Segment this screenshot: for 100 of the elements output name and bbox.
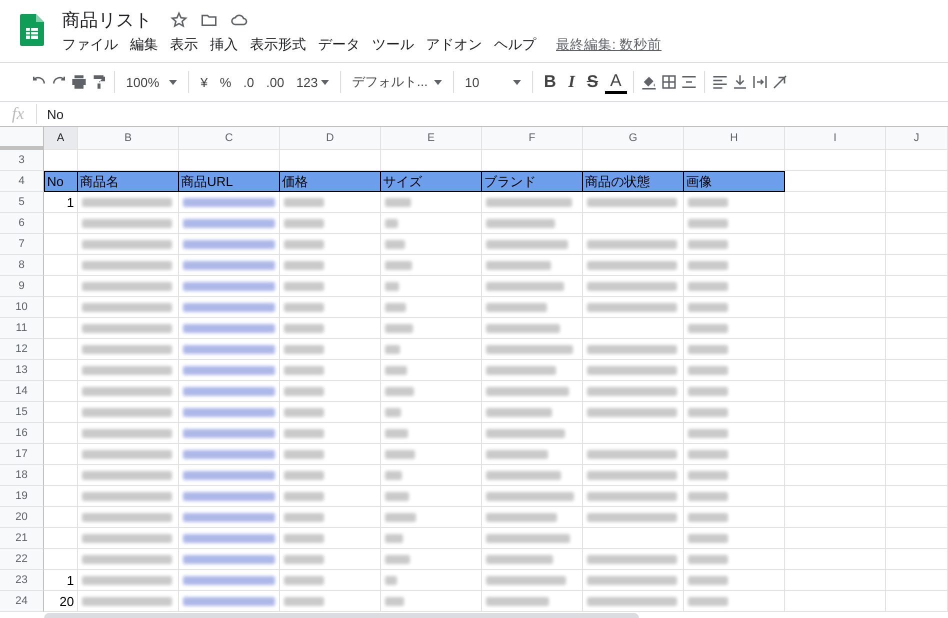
table-cell [886, 528, 948, 549]
row-header[interactable]: 20 [0, 507, 44, 528]
row-header[interactable]: 6 [0, 213, 44, 234]
table-cell [886, 150, 948, 171]
italic-button[interactable]: I [563, 69, 580, 95]
table-header-cell: サイズ [381, 171, 482, 192]
currency-button[interactable]: ¥ [195, 69, 213, 95]
menu-item[interactable]: アドオン [420, 34, 488, 56]
blurred-text [688, 513, 728, 522]
blurred-text [688, 219, 728, 228]
table-cell [886, 276, 948, 297]
row-header[interactable]: 19 [0, 486, 44, 507]
row-header[interactable]: 7 [0, 234, 44, 255]
document-title[interactable]: 商品リスト [62, 8, 152, 32]
menu-item[interactable]: ツール [366, 34, 420, 56]
menu-item[interactable]: 表示 [164, 34, 204, 56]
column-header[interactable]: I [785, 127, 886, 150]
menu-item[interactable]: データ [312, 34, 366, 56]
row-header[interactable]: 17 [0, 444, 44, 465]
blurred-text [284, 261, 324, 270]
blurred-text [486, 219, 555, 228]
column-header[interactable]: G [583, 127, 684, 150]
row-header[interactable]: 9 [0, 276, 44, 297]
strikethrough-button[interactable]: S [582, 69, 604, 95]
column-header[interactable]: H [684, 127, 785, 150]
menu-item[interactable]: ヘルプ [488, 34, 542, 56]
sheets-logo[interactable] [20, 14, 44, 46]
decrease-decimal-button[interactable]: .0 [238, 69, 260, 95]
star-icon[interactable] [170, 11, 188, 29]
increase-decimal-button[interactable]: .00 [261, 69, 290, 95]
percent-button[interactable]: % [214, 69, 236, 95]
blurred-text [284, 324, 324, 333]
formula-input[interactable]: No [37, 106, 64, 122]
menu-item[interactable]: 表示形式 [244, 34, 312, 56]
table-cell [886, 360, 948, 381]
column-header[interactable]: F [482, 127, 583, 150]
row-header[interactable]: 11 [0, 318, 44, 339]
row-header[interactable]: 10 [0, 297, 44, 318]
table-header-cell: 商品名 [78, 171, 179, 192]
row-header[interactable]: 8 [0, 255, 44, 276]
row-header[interactable]: 23 [0, 570, 44, 591]
align-left-icon[interactable] [710, 73, 728, 91]
blurred-text [486, 597, 549, 606]
blurred-text [385, 240, 405, 249]
blurred-text [688, 366, 728, 375]
column-header[interactable]: E [381, 127, 482, 150]
text-color-button[interactable]: A [605, 70, 626, 94]
blurred-text [284, 534, 324, 543]
table-cell [886, 507, 948, 528]
column-header[interactable]: A [44, 127, 78, 150]
row-header[interactable]: 13 [0, 360, 44, 381]
table-cell [886, 549, 948, 570]
row-header[interactable]: 14 [0, 381, 44, 402]
blurred-text [688, 429, 728, 438]
blurred-text [284, 387, 324, 396]
row-header[interactable]: 18 [0, 465, 44, 486]
column-header[interactable]: B [78, 127, 179, 150]
row-header[interactable]: 15 [0, 402, 44, 423]
menu-item[interactable]: 編集 [124, 34, 164, 56]
font-dropdown[interactable]: デフォルト... [346, 69, 447, 95]
table-header-cell: No [44, 171, 78, 192]
more-formats-dropdown[interactable]: 123 [291, 69, 334, 95]
last-edit-link[interactable]: 最終編集: 数秒前 [556, 36, 662, 54]
blurred-text [385, 429, 408, 438]
blurred-text [385, 513, 416, 522]
row-header[interactable]: 16 [0, 423, 44, 444]
menu-item[interactable]: 挿入 [204, 34, 244, 56]
blurred-text [486, 366, 556, 375]
text-wrap-icon[interactable] [750, 73, 768, 91]
blurred-text [688, 492, 728, 501]
zoom-dropdown[interactable]: 100% [121, 69, 182, 95]
table-cell: 20 [44, 591, 78, 612]
text-rotate-icon[interactable] [770, 73, 788, 91]
column-header[interactable]: J [886, 127, 948, 150]
blurred-text [688, 534, 728, 543]
column-header[interactable]: C [179, 127, 280, 150]
blurred-text [385, 555, 410, 564]
borders-icon[interactable] [660, 73, 678, 91]
row-header[interactable]: 3 [0, 150, 44, 171]
blurred-text [385, 492, 409, 501]
table-cell [886, 570, 948, 591]
blurred-text [284, 282, 324, 291]
row-header[interactable]: 4 [0, 171, 44, 192]
table-header-cell: ブランド [482, 171, 583, 192]
bold-button[interactable]: B [538, 69, 562, 95]
table-cell [886, 444, 948, 465]
blurred-text [284, 303, 324, 312]
merge-cells-icon[interactable] [680, 73, 698, 91]
print-icon[interactable] [70, 73, 88, 91]
menu-item[interactable]: ファイル [56, 34, 124, 56]
blurred-text [486, 303, 547, 312]
column-header[interactable]: D [280, 127, 381, 150]
blurred-text [688, 240, 728, 249]
row-header[interactable]: 22 [0, 549, 44, 570]
row-header[interactable]: 5 [0, 192, 44, 213]
row-header[interactable]: 21 [0, 528, 44, 549]
font-size-dropdown[interactable]: 10 [460, 69, 526, 95]
row-header[interactable]: 12 [0, 339, 44, 360]
row-header[interactable]: 24 [0, 591, 44, 612]
blurred-text [385, 408, 401, 417]
